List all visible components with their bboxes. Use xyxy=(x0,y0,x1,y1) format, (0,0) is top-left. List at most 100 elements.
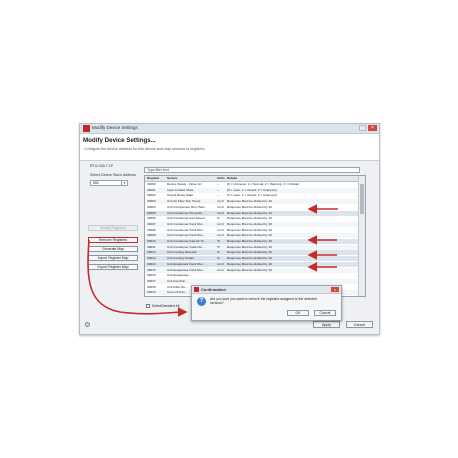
generate-map-button[interactable]: Generate Map xyxy=(88,246,138,252)
sensor-cell: Unit Condenser Fan1 Run ... xyxy=(167,221,205,226)
table-row[interactable]: 30008 Unit Condenser Fan2 Run ... run h Res… xyxy=(145,228,359,233)
details-cell: Response Must be divided by 10 xyxy=(227,221,272,226)
details-cell: Response Must be divided by 10 xyxy=(227,227,272,232)
column-header-units[interactable]: Units xyxy=(217,176,225,181)
table-row[interactable]: 30002 Output Relay State -- (0 = open, 1 = … xyxy=(145,193,359,198)
sensor-cell: Unit Condenser Outlet Air ... xyxy=(167,244,205,249)
register-cell: 30000 xyxy=(147,182,156,186)
sensor-cell: Unit Condenser Fan3 Run ... xyxy=(167,233,205,238)
units-cell: run h xyxy=(217,210,225,215)
cancel-button[interactable]: Cancel xyxy=(346,321,373,328)
filter-input[interactable]: Type filter text xyxy=(144,167,360,173)
chevron-down-icon[interactable]: ▼ xyxy=(121,181,127,185)
sensor-cell: Unit Condenser Pump Ru... xyxy=(167,210,205,215)
dialog-cancel-button[interactable]: Cancel xyxy=(314,310,336,316)
sensor-cell: Device Status - Intrue 1C xyxy=(167,182,202,186)
table-row[interactable]: 30014 Unit Evaporator Fan1 Run ... run h Re… xyxy=(145,261,359,267)
table-row[interactable]: 30013 Unit Cooling Output% Response Must b… xyxy=(145,256,359,262)
app-logo-icon xyxy=(83,125,90,132)
register-table: Register Sensor Units Details 30000 Devic… xyxy=(144,175,366,297)
remove-registers-button[interactable]: Remove Registers xyxy=(88,237,138,243)
register-cell: 30012 xyxy=(147,250,156,255)
units-cell: run h xyxy=(217,233,225,238)
column-header-register[interactable]: Register xyxy=(147,176,165,181)
modify-registers-button[interactable]: Modify Registers xyxy=(88,225,138,231)
details-cell: Response Must be divided by 10 xyxy=(227,250,272,255)
units-cell: run h xyxy=(217,267,225,272)
register-cell: 30007 xyxy=(147,221,156,226)
table-row[interactable]: 30017 Unit Fan Run... xyxy=(145,278,359,284)
units-cell: run h xyxy=(217,261,225,266)
select-all-checkbox[interactable] xyxy=(146,304,150,308)
table-row[interactable]: 30001 Input Contact State -- (0 = open, 1 =… xyxy=(145,187,359,193)
minimize-button[interactable] xyxy=(359,125,366,131)
table-row[interactable]: 30007 Unit Condenser Fan1 Run ... run h Res… xyxy=(145,221,359,227)
table-row[interactable]: 30006 Unit Condenser Fan Speed% Response M… xyxy=(145,216,359,221)
register-cell: 30008 xyxy=(147,227,156,232)
dialog-close-button[interactable]: × xyxy=(331,287,339,292)
sensor-cell: Output Relay State xyxy=(167,193,194,198)
slave-address-value: 001 xyxy=(93,181,99,185)
question-icon: ? xyxy=(197,297,206,306)
table-row[interactable]: 30009 Unit Condenser Fan3 Run ... run h Res… xyxy=(145,233,359,239)
register-cell: 30015 xyxy=(147,267,156,272)
sensor-cell: Unit Evaporator Fan2 Run ... xyxy=(167,267,205,272)
details-cell: Response Must be divided by 10 xyxy=(227,204,272,209)
dialog-message: Are you sure you want to remove the regi… xyxy=(210,297,317,306)
device-label: RTU-03A 7.1P xyxy=(90,164,114,168)
column-header-sensor[interactable]: Sensor xyxy=(167,176,205,181)
table-row[interactable]: 30012 Unit Cooling Demand% Response Must b… xyxy=(145,250,359,256)
import-register-map-button[interactable]: Import Register Map xyxy=(88,255,138,261)
register-cell: 30014 xyxy=(147,261,156,266)
scrollbar-thumb[interactable] xyxy=(360,184,364,214)
apply-button[interactable]: Apply xyxy=(313,321,340,328)
units-cell: % xyxy=(217,256,220,261)
app-logo-icon xyxy=(194,287,199,292)
register-cell: 30017 xyxy=(147,278,156,283)
units-cell: run h xyxy=(217,199,225,204)
export-register-map-button[interactable]: Export Register Map xyxy=(88,264,138,270)
units-cell: °F xyxy=(217,239,221,243)
details-cell: Response Must be divided by 10 xyxy=(227,256,272,261)
table-row[interactable]: 30015 Unit Evaporator Fan2 Run ... run h Re… xyxy=(145,267,359,273)
table-row[interactable]: 30011 Unit Condenser Outlet Air ... °F Resp… xyxy=(145,244,359,250)
register-cell: 30001 xyxy=(147,187,156,192)
details-cell: Response Must be divided by 10 xyxy=(227,210,272,215)
units-cell: run h xyxy=(217,227,225,232)
table-row[interactable]: 30010 Unit Condenser Inlet Air Te... °F Res… xyxy=(145,239,359,244)
details-cell: Response Must be divided by 10 xyxy=(227,199,272,204)
table-row[interactable]: 30003 Unit Air Filter Run Hours run h Respo… xyxy=(145,199,359,205)
sensor-cell: Unit Condenser Inlet Air Te... xyxy=(167,239,205,243)
details-cell: (0 = Unknown, 1 = Normal, 2 = Warning, 3… xyxy=(227,182,299,186)
register-cell: 30011 xyxy=(147,244,156,249)
table-row[interactable]: 30005 Unit Condenser Pump Ru... run h Respo… xyxy=(145,210,359,216)
page-subtitle: Configure the device address for this de… xyxy=(84,147,206,151)
table-row[interactable]: 30000 Device Status - Intrue 1C -- (0 = Unk… xyxy=(145,182,359,187)
register-cell: 30002 xyxy=(147,193,156,198)
dialog-titlebar: Confirmation × xyxy=(192,286,341,294)
details-cell: Response Must be divided by 10 xyxy=(227,267,272,272)
register-cell: 30018 xyxy=(147,284,156,289)
close-window-button[interactable]: × xyxy=(368,125,377,131)
register-cell: 30005 xyxy=(147,210,156,215)
table-row[interactable]: 30016 Unit Evaporator... xyxy=(145,273,359,278)
table-scrollbar[interactable] xyxy=(358,176,365,296)
wizard-header: Modify Device Settings... Configure the … xyxy=(80,134,379,161)
sensor-cell: Unit Cooling Output xyxy=(167,256,194,261)
sensor-cell: Unit Compressor Run Hours xyxy=(167,204,205,209)
register-cell: 30013 xyxy=(147,256,156,261)
sensor-cell: Unit Evaporator... xyxy=(167,273,191,278)
units-cell: % xyxy=(217,216,220,221)
table-row[interactable]: 30004 Unit Compressor Run Hours run h Respo… xyxy=(145,205,359,210)
help-icon[interactable]: ? xyxy=(85,322,90,327)
slave-address-select[interactable]: 001 ▼ xyxy=(90,180,128,186)
units-cell: run h xyxy=(217,204,225,209)
sensor-cell: Input Contact State xyxy=(167,187,194,192)
units-cell: -- xyxy=(217,182,220,186)
dialog-ok-button[interactable]: OK xyxy=(287,310,309,316)
register-cell: 30009 xyxy=(147,233,156,238)
column-header-details[interactable]: Details xyxy=(227,176,357,181)
window-title: Modify Device Settings xyxy=(92,125,138,130)
select-all-label: Select/Deselect All xyxy=(152,304,180,308)
window-titlebar: Modify Device Settings × xyxy=(80,124,379,134)
